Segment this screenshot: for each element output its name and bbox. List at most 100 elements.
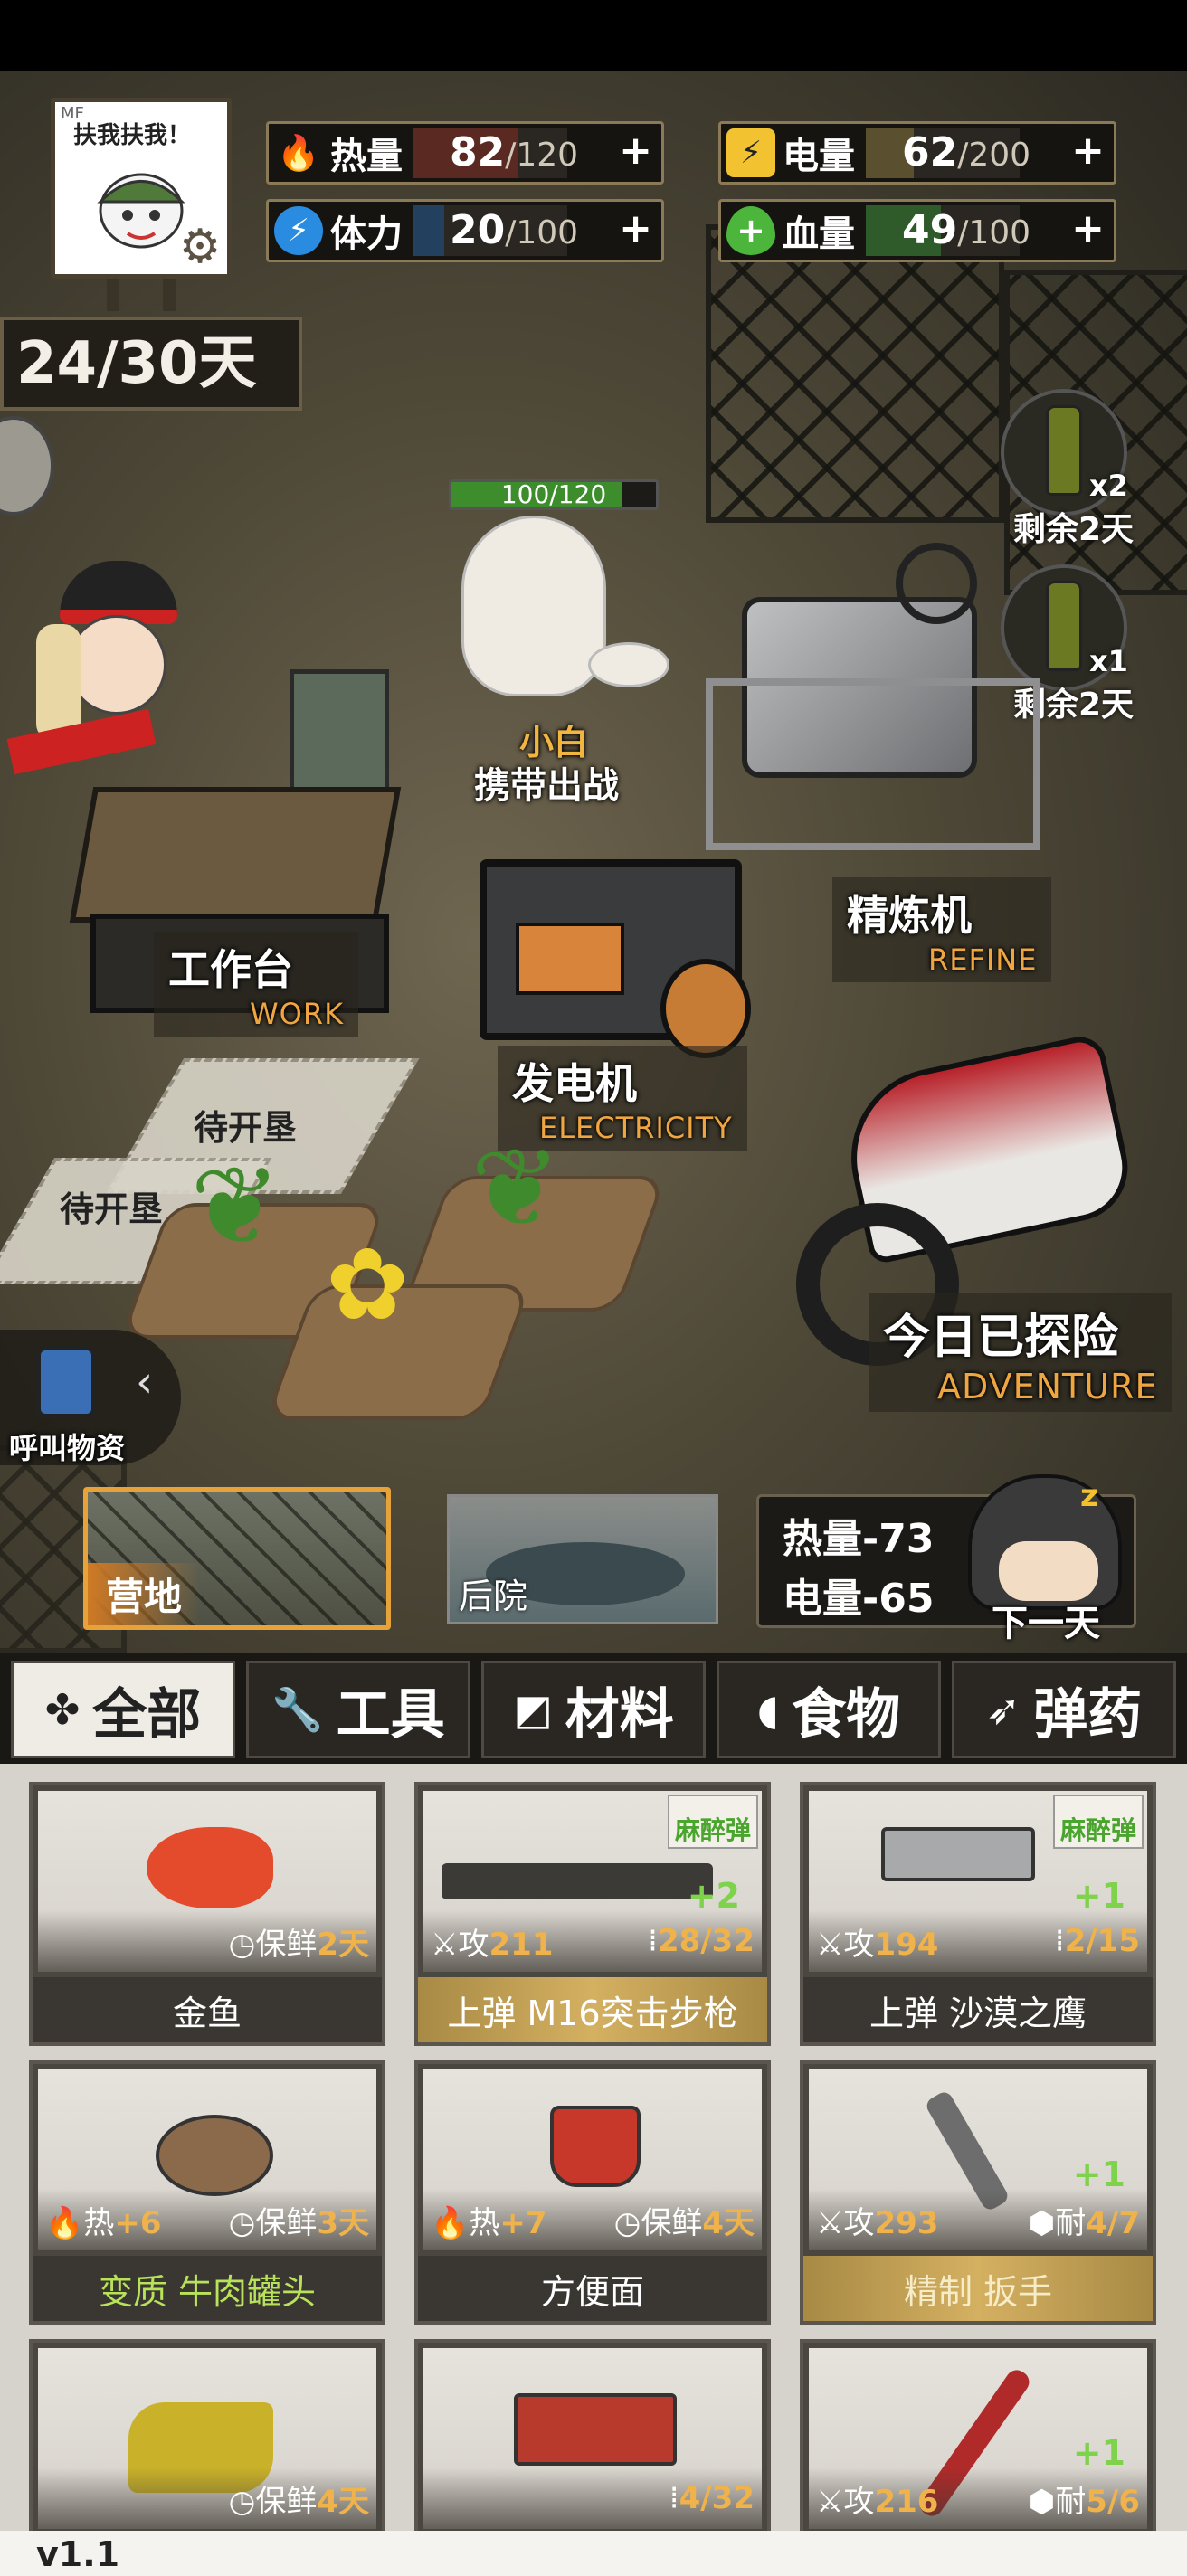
- chevron-left-icon: ‹: [136, 1357, 154, 1407]
- avatar[interactable]: MF 扶我扶我！ ⚙: [51, 98, 232, 279]
- next-day-heat-cost: 热量-73: [783, 1516, 935, 1562]
- pet-dog[interactable]: [425, 516, 679, 724]
- plot-locked-label: 待开垦: [60, 1189, 164, 1229]
- item-stats: ◷保鲜2天: [38, 1910, 376, 1972]
- stamina-bar-fill: [413, 205, 444, 256]
- bottle-buff-1[interactable]: x2: [1001, 389, 1128, 516]
- health-add-button[interactable]: +: [1071, 205, 1105, 251]
- fence-decoration: [706, 224, 1004, 523]
- stamina-add-button[interactable]: +: [619, 205, 652, 251]
- bullets-icon: ⁞: [669, 2480, 679, 2516]
- backyard-location-button[interactable]: 后院: [447, 1494, 718, 1624]
- item-card[interactable]: ◷保鲜2天 金鱼: [29, 1782, 385, 2046]
- workbench-label-en: WORK: [250, 997, 345, 1031]
- avatar-stand: [163, 279, 176, 311]
- power-stat: ⚡ 电量 62/200 +: [718, 121, 1116, 185]
- tab-materials[interactable]: ◩ 材料: [481, 1661, 706, 1758]
- pet-hp-bar: 100/120: [449, 479, 659, 510]
- next-day-power-cost: 电量-65: [783, 1576, 935, 1622]
- bullets-icon: ⁞: [1054, 1923, 1065, 1959]
- item-name: 精制 扳手: [803, 2256, 1153, 2321]
- tab-all[interactable]: ✤ 全部: [11, 1661, 235, 1758]
- item-name: 上弹 沙漠之鹰: [803, 1977, 1153, 2042]
- heat-label: 热量: [330, 136, 403, 177]
- refine-label[interactable]: 精炼机 REFINE: [832, 877, 1052, 982]
- generator[interactable]: [480, 823, 769, 1058]
- generator-label-cn: 发电机: [512, 1059, 637, 1108]
- item-card[interactable]: 🔥热+6 ◷保鲜3天 变质 牛肉罐头: [29, 2060, 385, 2325]
- clock-icon: ◷: [613, 2204, 641, 2241]
- adventure-label-en: ADVENTURE: [937, 1367, 1158, 1406]
- camp-location-button[interactable]: 营地: [83, 1487, 391, 1630]
- ammo-type-badge: 麻醉弹: [668, 1795, 758, 1849]
- adventure-label-cn: 今日已探险: [883, 1311, 1119, 1365]
- bullet-icon: ➶: [985, 1685, 1021, 1734]
- backyard-label: 后院: [459, 1577, 528, 1616]
- tab-tools[interactable]: 🔧 工具: [246, 1661, 470, 1758]
- heat-add-button[interactable]: +: [619, 128, 652, 174]
- item-name: 金鱼: [33, 1977, 382, 2042]
- days-counter: 24/30天: [0, 317, 302, 411]
- health-label: 血量: [783, 213, 855, 255]
- bottle-icon: [1046, 405, 1082, 496]
- flame-icon: 🔥: [45, 2204, 84, 2241]
- item-card[interactable]: 麻醉弹 +2 ⚔攻211 ⁞28/32 上弹 M16突击步枪: [414, 1782, 771, 2046]
- adventure-label[interactable]: 今日已探险 ADVENTURE: [869, 1293, 1173, 1412]
- goldfish-icon: [147, 1827, 273, 1908]
- tab-food[interactable]: ◖ 食物: [717, 1661, 941, 1758]
- flame-icon: 🔥: [277, 132, 320, 173]
- health-stat: + 血量 49/100 +: [718, 199, 1116, 262]
- item-stats: 🔥热+7 ◷保鲜4天: [423, 2189, 762, 2250]
- power-value: 62/200: [902, 129, 1031, 175]
- call-supplies-label: 呼叫物资: [9, 1431, 126, 1465]
- health-value: 49/100: [902, 207, 1031, 253]
- next-day-label: 下一天: [992, 1603, 1100, 1644]
- sleep-z-icon: z: [1080, 1478, 1098, 1514]
- heat-stat: 🔥 热量 82/120 +: [266, 121, 664, 185]
- item-card[interactable]: ⁞4/32: [414, 2339, 771, 2531]
- wheel-icon: [896, 543, 977, 624]
- shield-icon: ⬢: [1028, 2204, 1056, 2241]
- swords-icon: ⚔: [431, 1926, 459, 1963]
- refine-machine[interactable]: [706, 525, 1059, 868]
- footer-bar: v1.1: [0, 2531, 1187, 2576]
- item-card[interactable]: 🔥热+7 ◷保鲜4天 方便面: [414, 2060, 771, 2325]
- game-screen: MF 扶我扶我！ ⚙ 🔥 热量 82/120 + ⚡ 电量 62/200 + ⚡…: [0, 0, 1187, 2576]
- shield-icon: ⬢: [1028, 2483, 1056, 2520]
- bottle-count: x2: [1089, 469, 1128, 503]
- item-card[interactable]: 麻醉弹 +1 ⚔攻194 ⁞2/15 上弹 沙漠之鹰: [800, 1782, 1156, 2046]
- refine-label-cn: 精炼机: [847, 891, 972, 940]
- bullets-icon: ⁞: [648, 1923, 658, 1959]
- item-name: 上弹 M16突击步枪: [418, 1977, 767, 2042]
- power-label: 电量: [783, 136, 855, 177]
- item-stats: ⁞4/32: [423, 2467, 762, 2529]
- dog-body-icon: [461, 516, 606, 696]
- stamina-label: 体力: [330, 213, 403, 255]
- clock-icon: ◷: [228, 2204, 256, 2241]
- walkie-talkie-icon: [36, 1346, 96, 1418]
- item-stats: ⚔攻293 ⬢耐4/7: [809, 2189, 1147, 2250]
- item-card[interactable]: +1 ⚔攻293 ⬢耐4/7 精制 扳手: [800, 2060, 1156, 2325]
- pet-carry-button[interactable]: 携带出战: [474, 756, 619, 809]
- flower-plant-icon: ✿: [326, 1226, 410, 1342]
- workbench-label[interactable]: 工作台 WORK: [154, 932, 359, 1037]
- plant-icon: ❦: [190, 1144, 281, 1270]
- power-add-button[interactable]: +: [1071, 128, 1105, 174]
- generator-panel: [516, 923, 624, 995]
- item-card[interactable]: +1 ⚔攻216 ⬢耐5/6: [800, 2339, 1156, 2531]
- refine-label-en: REFINE: [928, 942, 1038, 977]
- flame-icon: 🔥: [431, 2204, 470, 2241]
- settings-gear-icon[interactable]: ⚙: [173, 220, 227, 274]
- item-card[interactable]: ◷保鲜4天: [29, 2339, 385, 2531]
- rifle-icon: [442, 1863, 713, 1899]
- clock-icon: ◷: [228, 1926, 256, 1963]
- heat-value: 82/120: [450, 129, 579, 175]
- swords-icon: ⚔: [816, 2483, 844, 2520]
- pet-hp-text: 100/120: [500, 479, 607, 509]
- swords-icon: ⚔: [816, 1926, 844, 1963]
- inventory-grid: ◷保鲜2天 金鱼 麻醉弹 +2 ⚔攻211 ⁞28/32 上弹 M16突击步枪 麻…: [0, 1764, 1187, 2531]
- tab-ammo[interactable]: ➶ 弹药: [952, 1661, 1176, 1758]
- clock-icon: ◷: [228, 2483, 256, 2520]
- item-stats: ⚔攻211 ⁞28/32: [423, 1910, 762, 1972]
- item-stats: ◷保鲜4天: [38, 2467, 376, 2529]
